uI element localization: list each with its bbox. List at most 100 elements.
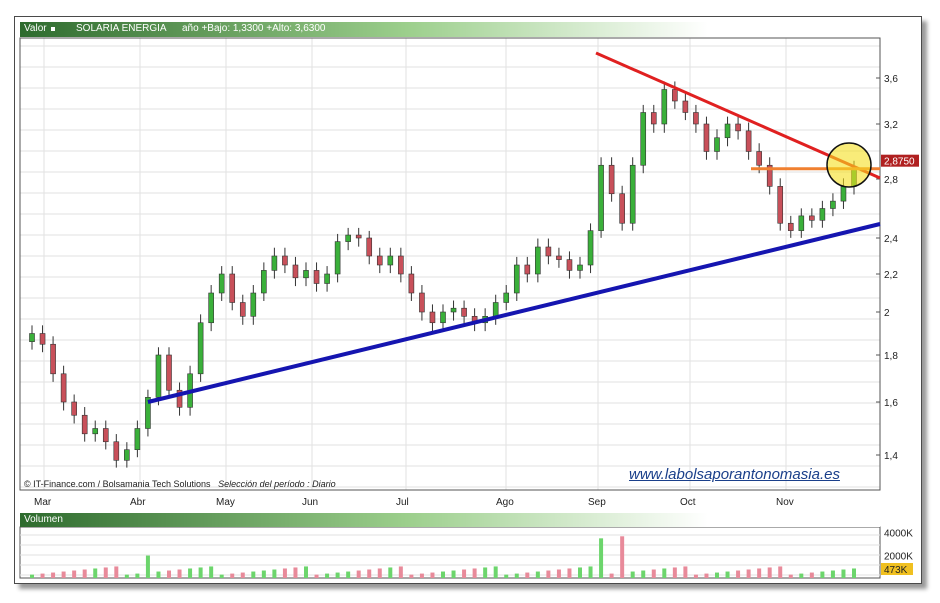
volume-bar xyxy=(356,570,361,578)
volume-bar xyxy=(778,566,783,578)
candle-body xyxy=(787,222,794,231)
candle-body xyxy=(809,215,815,221)
candle-body xyxy=(566,259,573,271)
candle-body xyxy=(197,322,204,375)
volume-bar xyxy=(651,569,656,578)
candle-body xyxy=(650,112,657,125)
volume-bar xyxy=(272,569,277,578)
candle-body xyxy=(608,164,615,195)
candle-body xyxy=(102,428,109,443)
volume-bar xyxy=(788,574,793,578)
candle-body xyxy=(81,414,88,435)
volume-bar xyxy=(852,568,856,578)
candle-body xyxy=(92,428,99,435)
candle-body xyxy=(387,255,394,266)
volume-bar xyxy=(240,572,245,578)
candle-body xyxy=(756,151,762,166)
volume-bar xyxy=(388,567,393,578)
x-month-label: Mar xyxy=(34,497,52,508)
candle-body xyxy=(830,200,836,209)
volume-bar xyxy=(377,568,382,578)
volume-bar xyxy=(314,574,319,578)
volume-title: Volumen xyxy=(24,514,63,525)
candle-body xyxy=(745,130,752,152)
candle-body xyxy=(113,441,120,461)
candle-body xyxy=(672,89,678,102)
volume-bar xyxy=(156,571,161,578)
volume-bar xyxy=(430,572,435,578)
volume-bar xyxy=(462,569,467,578)
candle-body xyxy=(440,311,446,324)
candle-body xyxy=(250,292,257,317)
candle-body xyxy=(577,264,583,271)
volume-bar xyxy=(630,571,635,578)
volume-bar xyxy=(367,569,372,578)
volume-bar xyxy=(504,574,509,578)
volume-bar xyxy=(398,566,403,578)
volume-bar xyxy=(841,569,846,578)
volume-bar xyxy=(472,568,477,578)
volume-bar xyxy=(251,571,256,578)
volume-bar xyxy=(799,573,804,578)
volume-bar xyxy=(725,571,730,578)
volume-bar xyxy=(198,567,203,578)
volume-bar xyxy=(51,572,56,578)
volume-bar xyxy=(103,567,108,578)
candle-body xyxy=(629,164,636,224)
candle-body xyxy=(39,333,46,345)
volume-bar xyxy=(177,569,182,578)
candle-body xyxy=(355,234,362,239)
candle-body xyxy=(714,137,720,152)
x-month-label: Ago xyxy=(496,497,514,508)
volume-bar xyxy=(767,567,772,578)
candle-body xyxy=(408,273,415,294)
volume-bar xyxy=(114,566,119,578)
highlight-circle xyxy=(826,142,872,188)
candle-body xyxy=(239,302,246,317)
y-tick-label: 2 xyxy=(884,308,890,319)
period-text: Selección del período : Diario xyxy=(218,479,336,489)
candle-body xyxy=(556,255,562,260)
y-tick-label: 1,4 xyxy=(884,451,898,462)
volume-bar xyxy=(662,568,667,578)
volume-bar xyxy=(525,572,530,578)
volume-bar xyxy=(230,573,235,578)
candle-body xyxy=(155,354,162,398)
volume-bar xyxy=(546,570,551,578)
candle-body xyxy=(513,264,520,294)
candle-body xyxy=(261,270,267,294)
candle-body xyxy=(29,333,35,342)
volume-bar xyxy=(746,569,751,578)
candle-body xyxy=(524,264,531,275)
candle-body xyxy=(271,255,278,271)
volume-bar xyxy=(145,555,150,578)
candle-body xyxy=(376,255,383,266)
candle-body xyxy=(640,112,647,166)
volume-bar xyxy=(61,571,66,578)
volume-bar xyxy=(672,567,677,578)
x-month-label: Oct xyxy=(680,497,696,508)
y-tick-label: 2,8 xyxy=(884,175,898,186)
volume-bar xyxy=(261,570,266,578)
candle-body xyxy=(724,123,731,139)
last-price-label: 2,8750 xyxy=(884,157,915,168)
x-month-label: Jun xyxy=(302,497,318,508)
candle-body xyxy=(682,100,689,113)
volume-bar xyxy=(514,573,519,578)
volume-bar xyxy=(304,566,308,578)
volume-bar xyxy=(567,568,572,578)
watermark-link[interactable]: www.labolsaporantonomasia.es xyxy=(629,466,840,483)
y-tick-label: 3,2 xyxy=(884,120,898,131)
candle-body xyxy=(50,343,56,375)
volume-bar xyxy=(188,568,193,578)
candle-body xyxy=(777,186,784,224)
volume-bar xyxy=(736,570,741,578)
candle-body xyxy=(366,237,373,257)
candle-body xyxy=(124,449,130,461)
support-trendline xyxy=(147,222,881,404)
volume-bar xyxy=(493,566,498,578)
candle-body xyxy=(535,246,541,275)
candle-body xyxy=(598,164,604,231)
candle-body xyxy=(71,401,77,416)
volume-bar xyxy=(704,573,709,578)
